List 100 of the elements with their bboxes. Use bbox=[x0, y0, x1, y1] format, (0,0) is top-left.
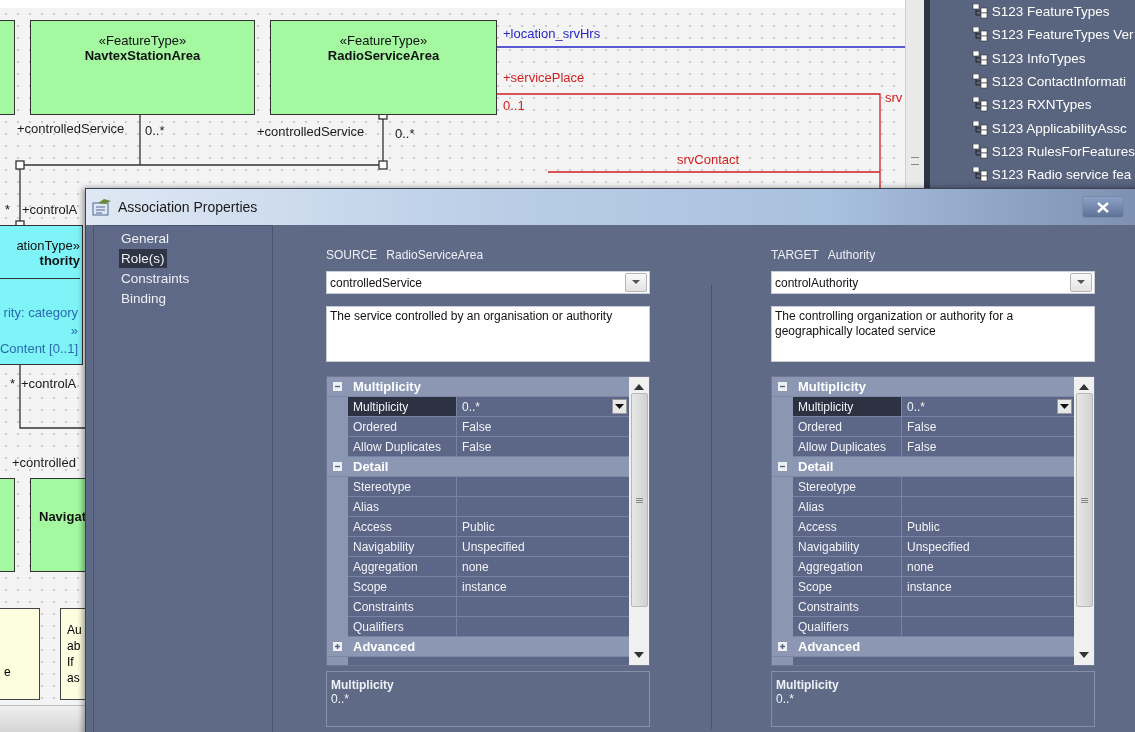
note-text: as bbox=[67, 671, 81, 685]
caret-icon[interactable] bbox=[625, 273, 647, 292]
scroll-thumb[interactable] bbox=[1075, 393, 1093, 607]
property-name[interactable]: Allow Duplicates bbox=[348, 437, 457, 456]
property-value[interactable]: 0..* bbox=[457, 397, 629, 416]
expand-icon[interactable] bbox=[333, 642, 342, 651]
property-value[interactable]: False bbox=[902, 417, 1074, 436]
property-value[interactable]: Public bbox=[457, 517, 629, 536]
role-label: * bbox=[5, 202, 11, 217]
stereotype: ationType» bbox=[16, 238, 80, 253]
property-name[interactable]: Allow Duplicates bbox=[793, 437, 902, 456]
nav-item[interactable]: Binding bbox=[119, 289, 169, 308]
property-value[interactable]: none bbox=[457, 557, 629, 576]
property-name[interactable]: Constraints bbox=[793, 597, 902, 616]
notes-field[interactable]: The service controlled by an organisation or authority bbox=[326, 306, 650, 362]
caret-icon[interactable] bbox=[1057, 399, 1072, 414]
window-title: Association Properties bbox=[118, 199, 258, 215]
property-name[interactable]: Qualifiers bbox=[793, 617, 902, 636]
property-value[interactable]: Public bbox=[902, 517, 1074, 536]
hierarchy-icon bbox=[971, 120, 988, 136]
scroll-down-icon[interactable] bbox=[634, 652, 644, 658]
property-name[interactable]: Aggregation bbox=[793, 557, 902, 576]
scrollbar[interactable] bbox=[629, 377, 649, 665]
role-label: * bbox=[10, 376, 16, 391]
description-value: 0..* bbox=[776, 692, 795, 706]
property-name[interactable]: Aggregation bbox=[348, 557, 457, 576]
role-dropdown[interactable]: controlledService bbox=[326, 271, 650, 294]
role-dropdown[interactable]: controlAuthority bbox=[771, 271, 1095, 294]
section-title: Multiplicity bbox=[353, 379, 421, 394]
attribute: Content [0..1] bbox=[0, 341, 78, 356]
caret-icon[interactable] bbox=[1070, 273, 1092, 292]
nav-item[interactable]: General bbox=[119, 229, 172, 248]
scroll-up-icon[interactable] bbox=[1079, 384, 1089, 390]
role-label: 0..1 bbox=[503, 98, 525, 113]
tree-item[interactable]: S123 Radio service fea bbox=[991, 167, 1132, 183]
hierarchy-icon bbox=[971, 50, 988, 66]
caret-icon[interactable] bbox=[612, 399, 627, 414]
tree-item[interactable]: S123 FeatureTypes Ver bbox=[991, 27, 1134, 43]
property-value[interactable]: instance bbox=[457, 577, 629, 596]
property-name[interactable]: Ordered bbox=[793, 417, 902, 436]
property-name[interactable]: Access bbox=[348, 517, 457, 536]
tree-item[interactable]: S123 RulesForFeatures bbox=[991, 143, 1135, 159]
property-value[interactable]: instance bbox=[902, 577, 1074, 596]
tree-item[interactable]: S123 RXNTypes bbox=[991, 97, 1092, 113]
tree-item[interactable]: S123 ApplicabilityAssc bbox=[991, 120, 1127, 136]
note-text: e bbox=[4, 665, 12, 679]
collapse-icon[interactable] bbox=[333, 462, 342, 471]
section-title: Detail bbox=[798, 459, 834, 474]
collapse-icon[interactable] bbox=[778, 382, 787, 391]
property-name[interactable]: Ordered bbox=[348, 417, 457, 436]
collapse-icon[interactable] bbox=[333, 382, 342, 391]
hierarchy-icon bbox=[971, 143, 988, 159]
attribute: » bbox=[70, 323, 78, 338]
class-name: NavtexStationArea bbox=[84, 48, 201, 63]
description-title: Multiplicity bbox=[331, 678, 395, 692]
class-name: Navigat bbox=[39, 509, 86, 524]
end-label: SOURCE bbox=[326, 248, 378, 262]
property-value[interactable]: False bbox=[457, 437, 629, 456]
property-name[interactable]: Multiplicity bbox=[793, 397, 902, 416]
role-label: +location_srvHrs bbox=[503, 26, 601, 41]
scroll-thumb[interactable] bbox=[630, 393, 648, 607]
scroll-down-icon[interactable] bbox=[1079, 652, 1089, 658]
tree-item[interactable]: S123 InfoTypes bbox=[991, 50, 1086, 66]
section-title: Advanced bbox=[353, 639, 416, 654]
property-value[interactable]: Unspecified bbox=[902, 537, 1074, 556]
property-name[interactable]: Multiplicity bbox=[348, 397, 457, 416]
close-icon[interactable] bbox=[1097, 201, 1109, 213]
end-label: TARGET bbox=[771, 248, 819, 262]
section-title: Advanced bbox=[798, 639, 861, 654]
role-label: 0..* bbox=[145, 123, 165, 138]
property-name[interactable]: Stereotype bbox=[348, 477, 457, 496]
property-value[interactable]: 0..* bbox=[902, 397, 1074, 416]
collapse-icon[interactable] bbox=[778, 462, 787, 471]
property-value[interactable]: False bbox=[457, 417, 629, 436]
property-name[interactable]: Scope bbox=[348, 577, 457, 596]
property-name[interactable]: Access bbox=[793, 517, 902, 536]
property-name[interactable]: Stereotype bbox=[793, 477, 902, 496]
tree-item[interactable]: S123 ContactInformati bbox=[991, 74, 1126, 90]
scrollbar[interactable] bbox=[1074, 377, 1094, 665]
property-value[interactable]: False bbox=[902, 437, 1074, 456]
nav-item[interactable]: Constraints bbox=[119, 269, 192, 288]
close-button[interactable] bbox=[1082, 196, 1124, 218]
notes-field[interactable]: The controlling organization or authority for a geographically located service bbox=[771, 306, 1095, 362]
property-value[interactable]: Unspecified bbox=[457, 537, 629, 556]
property-name[interactable]: Navigability bbox=[793, 537, 902, 556]
property-name[interactable]: Scope bbox=[793, 577, 902, 596]
scroll-up-icon[interactable] bbox=[634, 384, 644, 390]
property-name[interactable]: Navigability bbox=[348, 537, 457, 556]
section-title: Multiplicity bbox=[798, 379, 866, 394]
class-name: Authority bbox=[827, 248, 876, 262]
property-name[interactable]: Alias bbox=[348, 497, 457, 516]
property-name[interactable]: Qualifiers bbox=[348, 617, 457, 636]
nav-item[interactable]: Role(s) bbox=[119, 249, 167, 268]
property-name[interactable]: Alias bbox=[793, 497, 902, 516]
expand-icon[interactable] bbox=[778, 642, 787, 651]
stereotype: «FeatureType» bbox=[339, 33, 428, 48]
class-name: RadioServiceArea bbox=[386, 248, 484, 262]
property-value[interactable]: none bbox=[902, 557, 1074, 576]
property-name[interactable]: Constraints bbox=[348, 597, 457, 616]
tree-item[interactable]: S123 FeatureTypes bbox=[991, 4, 1110, 20]
